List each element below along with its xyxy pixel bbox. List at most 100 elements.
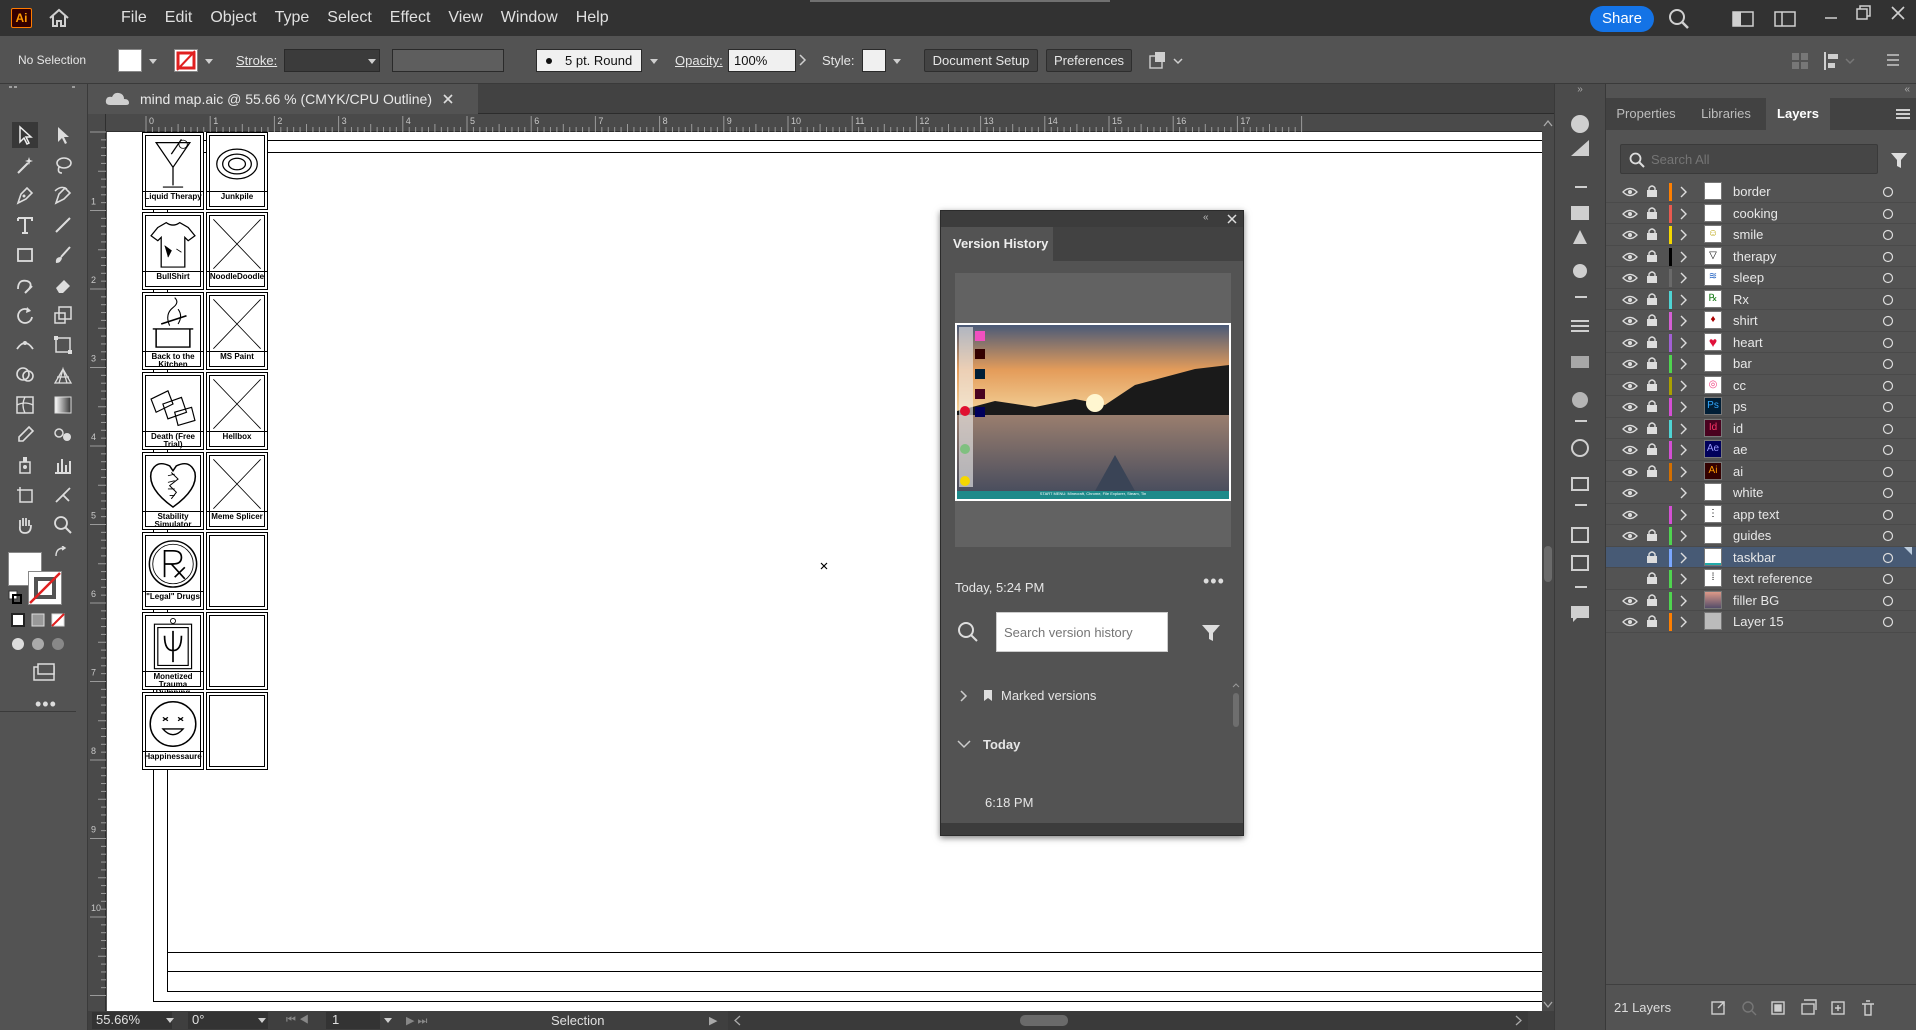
zoom-tool-icon[interactable]	[50, 512, 76, 538]
layer-row[interactable]: ≋ sleep	[1606, 267, 1916, 289]
menu-effect[interactable]: Effect	[381, 0, 440, 36]
variable-width-profile[interactable]	[392, 49, 504, 72]
target-icon[interactable]	[1882, 380, 1894, 392]
chevron-right-icon[interactable]	[1680, 251, 1688, 263]
menu-edit[interactable]: Edit	[156, 0, 202, 36]
filter-icon[interactable]	[1890, 151, 1908, 169]
lock-icon[interactable]	[1646, 227, 1658, 241]
layer-name[interactable]: border	[1733, 184, 1771, 199]
target-icon[interactable]	[1882, 401, 1894, 413]
app-card[interactable]: Happinessaure	[142, 692, 204, 770]
stroke-weight-field[interactable]	[284, 49, 380, 72]
eye-icon[interactable]	[1622, 424, 1638, 434]
marked-versions-row[interactable]: Marked versions	[941, 676, 1229, 716]
chevron-right-icon[interactable]	[1680, 401, 1688, 413]
layer-row[interactable]: ♥ heart	[1606, 332, 1916, 353]
lock-icon[interactable]	[1646, 528, 1658, 542]
lock-icon[interactable]	[1646, 292, 1658, 306]
menu-object[interactable]: Object	[201, 0, 265, 36]
status-menu-arrow-icon[interactable]: ▶	[709, 1014, 717, 1027]
eye-icon[interactable]	[1622, 316, 1638, 326]
panel-menu-arrows-icon[interactable]: «	[1606, 84, 1916, 98]
eraser-icon[interactable]	[50, 272, 76, 298]
align-icon[interactable]	[1790, 51, 1810, 71]
search-icon[interactable]	[1668, 8, 1690, 30]
shape-builder-icon[interactable]	[12, 362, 38, 388]
distribute-icon[interactable]	[1822, 50, 1856, 72]
lock-icon[interactable]	[1646, 270, 1658, 284]
layer-name[interactable]: Rx	[1733, 292, 1749, 307]
eye-icon[interactable]	[1622, 488, 1638, 498]
horizontal-scrollbar[interactable]	[728, 1011, 1528, 1030]
layer-name[interactable]: cooking	[1733, 206, 1778, 221]
fill-swatch[interactable]	[118, 49, 142, 72]
chevron-down-icon[interactable]	[650, 59, 658, 64]
eye-icon[interactable]	[1622, 252, 1638, 262]
target-icon[interactable]	[1882, 208, 1894, 220]
app-card[interactable]: Stability Simulator	[142, 452, 204, 530]
zoom-field[interactable]: 55.66%	[92, 1012, 172, 1029]
arrange-documents-icon[interactable]	[1732, 11, 1754, 27]
layer-name[interactable]: shirt	[1733, 313, 1758, 328]
layer-name[interactable]: app text	[1733, 507, 1779, 522]
screen-mode-icon[interactable]	[32, 662, 56, 682]
chevron-down-icon[interactable]	[166, 1018, 174, 1023]
slice-tool-icon[interactable]	[50, 482, 76, 508]
layer-row[interactable]: ♦ shirt	[1606, 310, 1916, 332]
mesh-tool-icon[interactable]	[12, 392, 38, 418]
target-icon[interactable]	[1882, 315, 1894, 327]
eye-icon[interactable]	[1622, 510, 1638, 520]
app-card[interactable]	[206, 612, 268, 690]
target-icon[interactable]	[1882, 358, 1894, 370]
direct-selection-tool-icon[interactable]	[50, 122, 76, 148]
layer-row[interactable]: ℞ Rx	[1606, 289, 1916, 310]
layer-name[interactable]: taskbar	[1733, 550, 1776, 565]
layer-name[interactable]: filler BG	[1733, 593, 1779, 608]
chevron-right-icon[interactable]	[1680, 573, 1688, 585]
layer-name[interactable]: text reference	[1733, 571, 1813, 586]
chevron-right-icon[interactable]	[1680, 509, 1688, 521]
app-card[interactable]: Meme Splicer	[206, 452, 268, 530]
line-tool-icon[interactable]	[50, 212, 76, 238]
lock-icon[interactable]	[1646, 184, 1658, 198]
target-icon[interactable]	[1882, 616, 1894, 628]
target-icon[interactable]	[1882, 294, 1894, 306]
document-setup-button[interactable]: Document Setup	[924, 49, 1038, 72]
layer-name[interactable]: smile	[1733, 227, 1763, 242]
rotate-view-field[interactable]: 0°	[188, 1012, 268, 1029]
menu-select[interactable]: Select	[318, 0, 380, 36]
share-button[interactable]: Share	[1590, 6, 1654, 32]
layer-name[interactable]: guides	[1733, 528, 1771, 543]
close-icon[interactable]	[1227, 214, 1237, 224]
chevron-right-icon[interactable]	[1680, 444, 1688, 456]
chevron-right-icon[interactable]	[1680, 595, 1688, 607]
width-tool-icon[interactable]	[12, 332, 38, 358]
layer-name[interactable]: Layer 15	[1733, 614, 1784, 629]
app-card[interactable]: Junkpile	[206, 132, 268, 210]
layer-name[interactable]: id	[1733, 421, 1743, 436]
close-icon[interactable]	[1890, 5, 1906, 21]
chevron-right-icon[interactable]	[1680, 208, 1688, 220]
first-artboard-icon[interactable]: ⏮ ◀	[286, 1014, 309, 1027]
layer-actions-icons[interactable]	[1710, 998, 1910, 1018]
chevron-right-icon[interactable]	[1680, 552, 1688, 564]
rectangle-tool-icon[interactable]	[12, 242, 38, 268]
panel-menu-icon[interactable]	[1886, 50, 1900, 70]
curvature-tool-icon[interactable]	[50, 182, 76, 208]
minimize-icon[interactable]	[1824, 10, 1838, 24]
lasso-icon[interactable]	[50, 152, 76, 178]
tab-layers[interactable]: Layers	[1766, 98, 1830, 130]
artboard-canvas[interactable]: Liquid Therapy Junkpile BullShirt NoodleDoo…	[107, 132, 1542, 1016]
panel-scrollbar[interactable]	[1231, 681, 1241, 821]
chevron-down-icon[interactable]	[384, 1018, 392, 1023]
type-tool-icon[interactable]	[12, 212, 38, 238]
filter-icon[interactable]	[1201, 623, 1221, 643]
app-card[interactable]	[206, 532, 268, 610]
eye-icon[interactable]	[1622, 338, 1638, 348]
eye-icon[interactable]	[1622, 445, 1638, 455]
layer-row[interactable]: Ps ps	[1606, 396, 1916, 418]
opacity-field[interactable]: 100%	[728, 49, 796, 72]
chevron-right-icon[interactable]	[1680, 380, 1688, 392]
pen-tool-icon[interactable]	[12, 182, 38, 208]
chevron-down-icon[interactable]	[205, 59, 213, 64]
